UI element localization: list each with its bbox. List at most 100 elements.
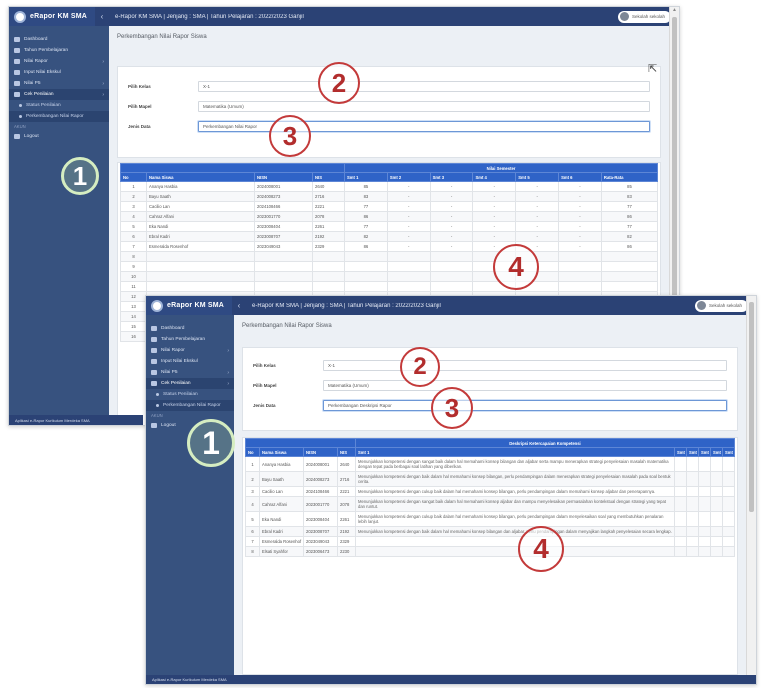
user-menu[interactable]: Sekolah sekolah [617,10,671,23]
sidebar-item-tahun[interactable]: Tahun Pembelajaran [146,334,234,345]
brand[interactable]: eRapor KM SMA [9,7,95,26]
book-icon [14,59,20,64]
table-cell: - [386,221,431,232]
callout-3-back: 3 [269,115,311,157]
mapel-label: Pilih Mapel [253,383,277,388]
table-cell [146,251,255,262]
mapel-select[interactable]: Matematika (Umum) [323,380,727,391]
sidebar-item-cek-penilaian[interactable]: Cek Penilaian › [146,378,234,389]
table-cell [146,271,255,282]
sidebar-toggle-icon[interactable]: ‹ [232,301,246,310]
sidebar-item-p5[interactable]: Nilai P5 › [9,78,109,89]
column-header: Nama Siswa [146,172,255,182]
brand[interactable]: eRapor KM SMA [146,296,232,315]
dashboard-icon [151,326,157,331]
jenis-data-select[interactable]: Perkembangan Deskripsi Rapor [323,400,727,411]
scrollbar-thumb[interactable] [672,17,677,317]
sidebar-item-logout[interactable]: Logout [9,131,109,142]
table-cell [558,261,602,272]
jenis-row: Jenis Data Perkembangan Nilai Rapor [128,121,650,132]
table-cell: 2221 [337,486,356,497]
column-header: Smt 4 [472,172,517,182]
table-cell [673,471,687,487]
table-row: 3 Cacilio Lan 2024108466 2221 Menunjukkan ko… [245,486,736,497]
front-topbar: eRapor KM SMA ‹ e-Rapor KM SMA | Jenjang… [146,296,756,315]
sidebar-item-tahun[interactable]: Tahun Pembelajaran [9,45,109,56]
table-cell: 2023049043 [254,241,313,252]
sidebar-item-ekskul[interactable]: Input Nilai Ekskul [9,67,109,78]
check-icon [151,381,157,386]
table-cell [721,536,736,547]
sidebar-item-label: Logout [161,423,176,428]
table-cell: 2024108466 [303,486,338,497]
sidebar-item-nilai-rapor[interactable]: Nilai Rapor › [146,345,234,356]
kelas-select[interactable]: X-1 [198,81,650,92]
table-cell: 6 [245,526,260,537]
brand-name: eRapor KM SMA [30,13,88,20]
jenis-label: Jenis Data [128,124,151,129]
callout-1-front: 1 [187,419,235,467]
folder-icon [14,81,20,86]
table-cell [673,496,687,512]
sidebar-item-label: Nilai P5 [161,370,178,375]
table-cell: Bayu Saath [146,191,255,202]
table-cell: 7 [120,241,147,252]
sidebar-item-ekskul[interactable]: Input Nilai Ekskul [146,356,234,367]
callout-3-front: 3 [431,387,473,429]
table-cell: 2023006473 [303,546,338,557]
table-cell: - [558,201,602,212]
sidebar-item-p5[interactable]: Nilai P5 › [146,367,234,378]
table-cell [673,456,687,472]
table-cell [697,496,711,512]
table-cell: Cahraz Alfani [146,211,255,222]
callout-2-back: 2 [318,62,360,104]
back-topbar: eRapor KM SMA ‹ e-Rapor KM SMA | Jenjang… [9,7,679,26]
user-menu[interactable]: Sekolah sekolah [694,299,748,312]
brand-logo-icon [151,299,163,312]
table-row: 9 [120,261,659,272]
sidebar-item-cek-penilaian[interactable]: Cek Penilaian › [9,89,109,100]
table-header-blank [120,163,345,173]
scroll-up-icon[interactable]: ▲ [670,7,679,15]
table-cell [386,271,431,282]
sidebar-item-dashboard[interactable]: Dashboard [146,323,234,334]
sidebar-item-dashboard[interactable]: Dashboard [9,34,109,45]
column-header: Smt 3 [685,447,699,457]
table-cell [709,546,723,557]
sidebar-item-label: Input Nilai Ekskul [161,359,198,364]
column-header: Smt 5 [709,447,723,457]
table-cell: - [429,241,474,252]
table-cell: Menunjukkan kompetensi dengan sangat bai… [355,456,675,472]
sidebar-subitem-perkembangan[interactable]: Perkembangan Nilai Rapor [9,111,109,122]
scrollbar-thumb[interactable] [749,302,754,512]
column-header: Rata-Rata [600,172,659,182]
table-cell [685,546,699,557]
table-cell: - [429,181,474,192]
table-cell: 85 [600,181,659,192]
sidebar-section-header: AKUN [14,124,26,129]
table-cell [709,511,723,527]
sidebar-subitem-status[interactable]: Status Penilaian [146,389,234,400]
column-header: Smt 2 [673,447,687,457]
column-header: NIS [337,447,356,457]
sidebar-toggle-icon[interactable]: ‹ [95,12,109,21]
table-cell [558,281,602,292]
sidebar-subitem-status[interactable]: Status Penilaian [9,100,109,111]
check-icon [14,92,20,97]
jenis-row: Jenis Data Perkembangan Deskripsi Rapor [253,400,727,411]
table-cell: 2192 [337,526,356,537]
sidebar-item-nilai-rapor[interactable]: Nilai Rapor › [9,56,109,67]
jenis-data-select[interactable]: Perkembangan Nilai Rapor [198,121,650,132]
table-cell [146,281,255,292]
mapel-select[interactable]: Matematika (Umum) [198,101,650,112]
front-scrollbar[interactable] [746,296,756,675]
table-cell: - [472,231,517,242]
table-cell: 2078 [312,211,345,222]
table-cell: 2023008404 [254,221,313,232]
table-cell [685,511,699,527]
table-cell [697,546,711,557]
column-header: Smt 1 [344,172,388,182]
table-cell: - [386,181,431,192]
kelas-select[interactable]: X-1 [323,360,727,371]
sidebar-subitem-perkembangan[interactable]: Perkembangan Nilai Rapor [146,400,234,411]
